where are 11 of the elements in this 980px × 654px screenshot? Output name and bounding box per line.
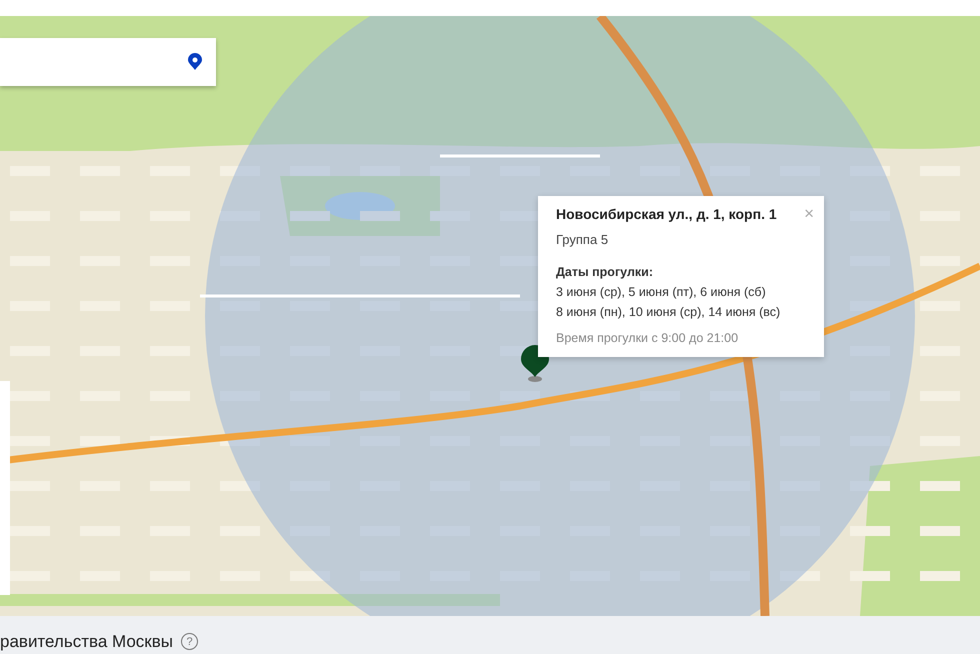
- walk-time: Время прогулки с 9:00 до 21:00: [556, 331, 740, 345]
- help-icon[interactable]: ?: [181, 633, 198, 650]
- location-pin-icon: [188, 53, 202, 71]
- search-field[interactable]: [0, 38, 216, 86]
- dates-line: 3 июня (ср), 5 июня (пт), 6 июня (сб): [556, 285, 767, 299]
- section-title: равительства Москвы: [0, 632, 173, 652]
- close-button[interactable]: ×: [804, 204, 814, 224]
- dates-line: 8 июня (пн), 10 июня (ср), 14 июня (вс): [556, 305, 782, 319]
- dates-heading: Даты прогулки:: [556, 265, 654, 279]
- popup-title: Новосибирская ул., д. 1, корп. 1: [556, 206, 778, 222]
- group-label: Группа 5: [556, 232, 610, 247]
